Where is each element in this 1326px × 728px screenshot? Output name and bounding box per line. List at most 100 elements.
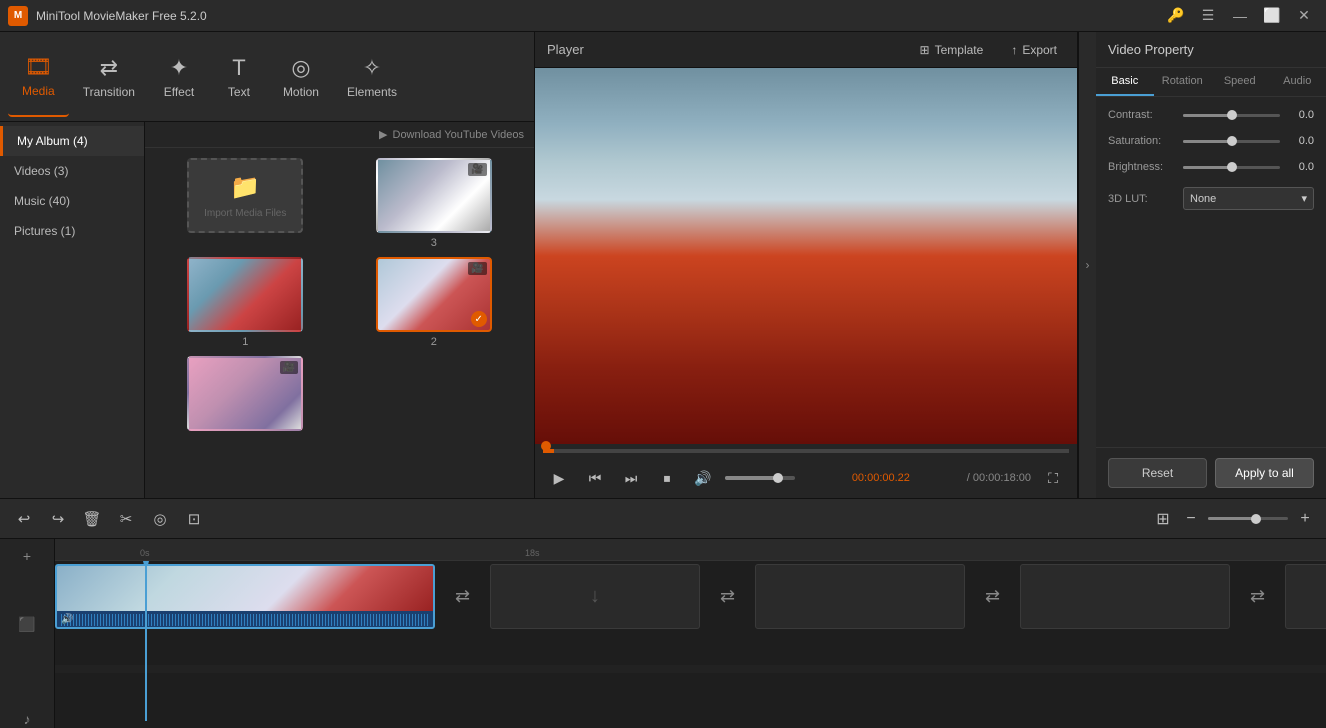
toolbar-item-motion[interactable]: ◎ Motion [269,37,333,117]
play-button[interactable]: ▶ [545,464,573,492]
tab-basic[interactable]: Basic [1096,68,1154,96]
sidebar-item-videos[interactable]: Videos (3) [0,156,144,186]
timeline-left-buttons: + ⬛ ♪ [0,539,55,728]
brightness-slider[interactable] [1183,166,1280,169]
toolbar-label-media: Media [22,84,55,98]
bottom-area: ↩ ↪ 🗑 ✂ ◎ ⊡ ⊞ − + + ⬛ ♪ 0s [0,498,1326,728]
brightness-handle[interactable] [1227,162,1237,172]
media-thumb-3[interactable]: 🎥 [376,158,492,233]
video-cam-icon-2: 🎥 [468,262,486,275]
toolbar-item-text[interactable]: T Text [209,37,269,117]
fullscreen-button[interactable]: ⛶ [1039,464,1067,492]
volume-handle[interactable] [773,473,783,483]
empty-clip-3[interactable] [1020,564,1230,629]
toolbar-item-transition[interactable]: ⇄ Transition [69,37,149,117]
zoom-in-button[interactable]: + [1294,508,1316,530]
import-thumb[interactable]: 📁 Import Media Files [187,158,303,233]
download-youtube-button[interactable]: ▶ Download YouTube Videos [379,128,524,141]
contrast-row: Contrast: 0.0 [1108,109,1314,121]
volume-fill [725,476,778,480]
key-icon[interactable]: 🔑 [1162,2,1190,30]
toolbar-item-media[interactable]: 🎞 Media [8,37,69,117]
timeline-content[interactable]: 0s 18s 🔊 [55,539,1326,728]
empty-clip-4[interactable] [1285,564,1326,629]
music-track-icon[interactable]: ♪ [13,709,41,728]
menu-icon[interactable]: ☰ [1194,2,1222,30]
crop-button[interactable]: ⊡ [180,505,208,533]
prev-button[interactable]: ⏮ [581,464,609,492]
media-thumb-partial[interactable]: 🎥 [187,356,303,431]
empty-clip-1[interactable]: ↓ [490,564,700,629]
media-thumb-1[interactable] [187,257,303,332]
stop-button[interactable]: ⏹ [653,464,681,492]
sidebar-item-music[interactable]: Music (40) [0,186,144,216]
toolbar: 🎞 Media ⇄ Transition ✦ Effect T Text ◎ M… [0,32,534,122]
tab-speed[interactable]: Speed [1211,68,1269,96]
collapse-toggle[interactable]: › [1078,32,1096,498]
volume-slider[interactable] [725,476,795,480]
detach-audio-button[interactable]: ◎ [146,505,174,533]
mute-icon[interactable]: 🔊 [61,614,73,625]
redo-button[interactable]: ↪ [44,505,72,533]
media-item-3[interactable]: 🎥 3 [344,158,525,249]
video-track-icon[interactable]: ⬛ [13,615,41,634]
toolbar-item-elements[interactable]: ✧ Elements [333,37,411,117]
zoom-slider[interactable] [1208,517,1288,520]
app-logo: M [8,6,28,26]
elements-icon: ✧ [363,55,381,81]
text-icon: T [232,55,245,81]
export-button[interactable]: ↑ Export [1003,39,1065,61]
progress-bar[interactable] [543,449,1069,453]
sidebar-item-pictures[interactable]: Pictures (1) [0,216,144,246]
volume-button[interactable]: 🔊 [689,464,717,492]
saturation-slider[interactable] [1183,140,1280,143]
reset-button[interactable]: Reset [1108,458,1207,488]
close-button[interactable]: ✕ [1290,2,1318,30]
next-button[interactable]: ⏭ [617,464,645,492]
media-thumb-2[interactable]: 🎥 ✓ [376,257,492,332]
maximize-button[interactable]: ⬜ [1258,2,1286,30]
timeline-tracks: 🔊 ⇄ ↓ ⇄ ⇄ ⇄ [55,561,1326,661]
media-item-partial[interactable]: 🎥 [155,356,336,431]
transition-1[interactable]: ⇄ [435,569,490,624]
template-button[interactable]: ⊞ Template [912,39,992,61]
saturation-value: 0.0 [1286,135,1314,147]
lut-select[interactable]: None ▾ [1183,187,1314,210]
transition-icon: ⇄ [100,55,118,81]
tab-audio[interactable]: Audio [1269,68,1326,96]
transition-2[interactable]: ⇄ [700,569,755,624]
delete-button[interactable]: 🗑 [78,505,106,533]
fit-view-button[interactable]: ⊞ [1152,508,1174,530]
import-media-item[interactable]: 📁 Import Media Files [155,158,336,249]
video-clip-main[interactable]: 🔊 [55,564,435,629]
cut-button[interactable]: ✂ [112,505,140,533]
transition-3[interactable]: ⇄ [965,569,1020,624]
video-cam-icon-partial: 🎥 [280,361,298,374]
contrast-slider[interactable] [1183,114,1280,117]
media-item-2[interactable]: 🎥 ✓ 2 [344,257,525,348]
timeline-ruler: 0s 18s [55,539,1326,561]
undo-button[interactable]: ↩ [10,505,38,533]
contrast-fill [1183,114,1232,117]
toolbar-item-effect[interactable]: ✦ Effect [149,37,209,117]
apply-to-all-button[interactable]: Apply to all [1215,458,1314,488]
zoom-handle[interactable] [1251,514,1261,524]
progress-handle[interactable] [541,441,551,451]
minimize-button[interactable]: — [1226,2,1254,30]
transition-4[interactable]: ⇄ [1230,569,1285,624]
media-item-1[interactable]: 1 [155,257,336,348]
saturation-handle[interactable] [1227,136,1237,146]
empty-clip-2[interactable] [755,564,965,629]
zoom-out-button[interactable]: − [1180,508,1202,530]
left-panel: 🎞 Media ⇄ Transition ✦ Effect T Text ◎ M… [0,32,535,498]
lut-value: None [1190,193,1216,205]
sidebar-item-my-album[interactable]: My Album (4) [0,126,144,156]
timeline-scrollbar[interactable] [55,665,1326,673]
add-media-button[interactable]: + [13,547,41,566]
effect-icon: ✦ [170,55,188,81]
template-label: Template [935,43,984,57]
player-progress[interactable] [535,444,1077,458]
saturation-label: Saturation: [1108,135,1183,147]
contrast-handle[interactable] [1227,110,1237,120]
tab-rotation[interactable]: Rotation [1154,68,1212,96]
